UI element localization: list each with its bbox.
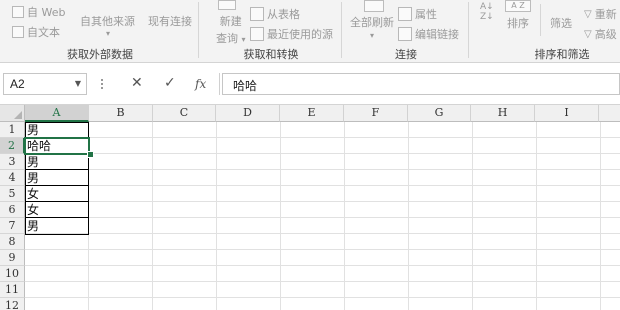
formula-input[interactable]: 哈哈 bbox=[222, 73, 620, 95]
chevron-down-icon: ▾ bbox=[241, 35, 246, 44]
cell-a1[interactable]: 男 bbox=[25, 122, 89, 138]
column-header-g[interactable]: G bbox=[408, 105, 471, 122]
sort-dialog-icon: A Z bbox=[505, 0, 531, 12]
cell-a5[interactable]: 女 bbox=[25, 186, 89, 202]
new-query-icon bbox=[218, 0, 236, 10]
cell-a7[interactable]: 男 bbox=[25, 218, 89, 234]
chevron-down-icon[interactable]: ▼ bbox=[75, 79, 81, 88]
row-header-5[interactable]: 5 bbox=[0, 186, 25, 202]
from-table-button[interactable]: 从表格 bbox=[250, 6, 300, 22]
properties-button[interactable]: 属性 bbox=[398, 6, 437, 22]
column-header-e[interactable]: E bbox=[280, 105, 344, 122]
cell-a4[interactable]: 男 bbox=[25, 170, 89, 186]
table-icon bbox=[250, 7, 264, 21]
row-header-8[interactable]: 8 bbox=[0, 234, 25, 250]
edit-links-button[interactable]: 编辑链接 bbox=[398, 26, 459, 42]
advanced-filter-button[interactable]: ▽ 高级 bbox=[584, 26, 617, 42]
insert-function-icon[interactable]: fx bbox=[195, 77, 206, 91]
cell-area[interactable] bbox=[25, 122, 620, 310]
column-header-i[interactable]: I bbox=[535, 105, 599, 122]
reapply-icon: ▽ bbox=[584, 8, 592, 20]
row-header-3[interactable]: 3 bbox=[0, 154, 25, 170]
column-header-h[interactable]: H bbox=[471, 105, 535, 122]
ribbon: 自 Web 自文本 自其他来源 ▾ 现有连接 获取外部数据 新建 查询 ▾ 从表… bbox=[0, 0, 620, 63]
row-header-9[interactable]: 9 bbox=[0, 250, 25, 266]
properties-icon bbox=[398, 7, 412, 21]
resize-handle-icon[interactable] bbox=[101, 79, 104, 91]
row-header-4[interactable]: 4 bbox=[0, 170, 25, 186]
group-label-sort-filter: 排序和筛选 bbox=[534, 48, 590, 61]
from-web-button[interactable]: 自 Web bbox=[12, 4, 65, 20]
row-header-10[interactable]: 10 bbox=[0, 266, 25, 282]
other-sources-button[interactable]: 自其他来源 ▾ bbox=[80, 13, 135, 38]
group-label-get-external-data: 获取外部数据 bbox=[67, 48, 133, 61]
column-header-a[interactable]: A bbox=[25, 105, 89, 122]
existing-connections-button[interactable]: 现有连接 bbox=[148, 13, 192, 29]
row-header-6[interactable]: 6 bbox=[0, 202, 25, 218]
chevron-down-icon: ▾ bbox=[106, 29, 111, 38]
name-box[interactable]: A2 ▼ bbox=[3, 73, 87, 95]
row-header-12[interactable]: 12 bbox=[0, 298, 25, 310]
row-header-2[interactable]: 2 bbox=[0, 138, 25, 154]
column-header-b[interactable]: B bbox=[89, 105, 153, 122]
text-file-icon bbox=[12, 26, 24, 38]
select-all-button[interactable] bbox=[0, 105, 25, 122]
edit-links-icon bbox=[398, 27, 412, 41]
group-divider bbox=[468, 2, 469, 58]
refresh-icon bbox=[364, 0, 384, 12]
column-header-partial[interactable] bbox=[599, 105, 620, 122]
sort-az-icon[interactable]: A↓ Z↓ bbox=[480, 2, 494, 22]
cancel-icon[interactable]: ✕ bbox=[131, 75, 143, 91]
web-icon bbox=[12, 6, 24, 18]
from-text-button[interactable]: 自文本 bbox=[12, 24, 60, 40]
group-label-connections: 连接 bbox=[395, 48, 417, 61]
group-label-get-transform: 获取和转换 bbox=[243, 48, 299, 61]
recent-sources-icon bbox=[250, 27, 264, 41]
filter-button[interactable]: 筛选 bbox=[550, 15, 572, 31]
row-header-11[interactable]: 11 bbox=[0, 282, 25, 298]
advanced-filter-icon: ▽ bbox=[584, 28, 592, 40]
divider bbox=[219, 73, 220, 95]
group-divider bbox=[341, 2, 342, 58]
column-header-d[interactable]: D bbox=[216, 105, 280, 122]
cell-a3[interactable]: 男 bbox=[25, 154, 89, 170]
column-header-c[interactable]: C bbox=[153, 105, 216, 122]
refresh-all-button[interactable]: 全部刷新 ▾ bbox=[350, 14, 394, 40]
new-query-button[interactable]: 新建 查询 ▾ bbox=[216, 13, 246, 46]
row-header-7[interactable]: 7 bbox=[0, 218, 25, 234]
row-header-1[interactable]: 1 bbox=[0, 122, 25, 138]
chevron-down-icon: ▾ bbox=[369, 31, 374, 40]
cell-a6[interactable]: 女 bbox=[25, 202, 89, 218]
divider bbox=[540, 4, 541, 36]
column-header-f[interactable]: F bbox=[344, 105, 408, 122]
enter-icon[interactable]: ✓ bbox=[164, 75, 176, 91]
fill-handle[interactable] bbox=[87, 151, 94, 158]
recent-sources-button[interactable]: 最近使用的源 bbox=[250, 26, 333, 42]
formula-bar: A2 ▼ ✕ ✓ fx 哈哈 bbox=[0, 69, 620, 99]
sort-button[interactable]: 排序 bbox=[507, 15, 529, 31]
worksheet-grid[interactable]: A B C D E F G H I 1 2 3 4 5 6 7 8 9 10 1… bbox=[0, 104, 620, 310]
reapply-button[interactable]: ▽ 重新 bbox=[584, 6, 617, 22]
group-divider bbox=[198, 2, 199, 58]
active-cell-selection bbox=[24, 137, 90, 155]
